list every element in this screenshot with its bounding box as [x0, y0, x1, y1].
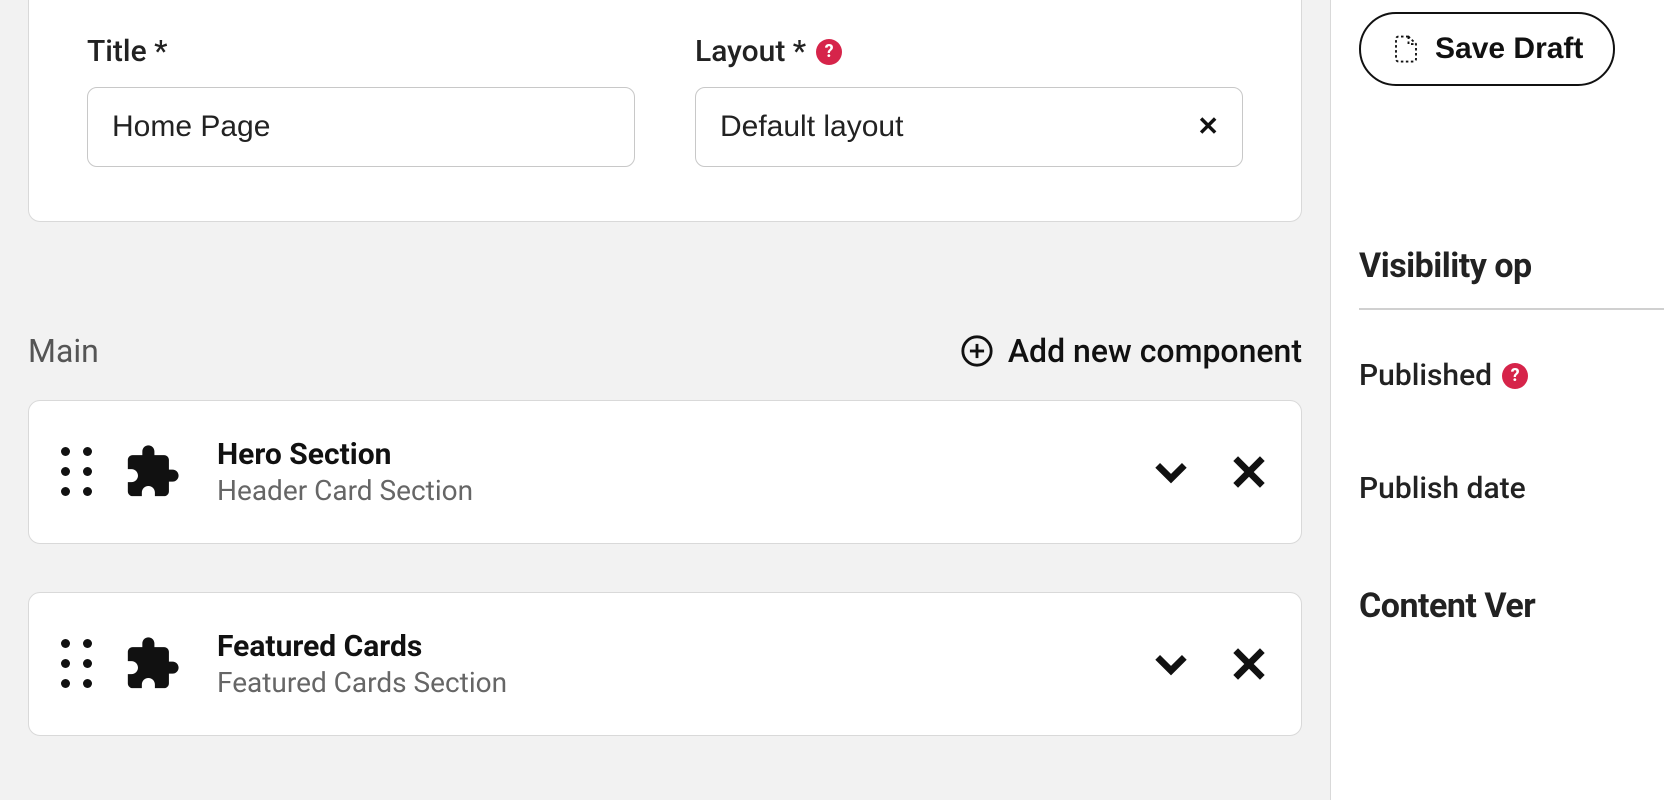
draft-file-icon [1391, 34, 1421, 64]
layout-select[interactable]: ✕ [695, 87, 1243, 167]
section-title: Main [28, 332, 99, 370]
layout-value[interactable] [695, 87, 1243, 167]
puzzle-icon [123, 635, 181, 693]
title-label-text: Title * [87, 34, 167, 69]
component-subtitle: Featured Cards Section [217, 666, 1151, 699]
layout-label: Layout * ? [695, 34, 1243, 69]
chevron-down-icon[interactable] [1151, 452, 1191, 492]
plus-circle-icon [960, 334, 994, 368]
sidebar: Save Draft Visibility op Published ? Pub… [1330, 0, 1664, 800]
chevron-down-icon[interactable] [1151, 644, 1191, 684]
clear-layout-icon[interactable]: ✕ [1197, 112, 1219, 142]
title-input[interactable] [87, 87, 635, 167]
published-text: Published [1359, 358, 1492, 393]
main-column: Title * Layout * ? ✕ Main [0, 0, 1330, 800]
help-icon[interactable]: ? [1502, 363, 1528, 389]
component-row: Featured Cards Featured Cards Section [28, 592, 1302, 736]
published-label: Published ? [1359, 358, 1664, 393]
drag-handle-icon[interactable] [61, 639, 93, 689]
page-settings-card: Title * Layout * ? ✕ [28, 0, 1302, 222]
puzzle-icon [123, 443, 181, 501]
component-title: Featured Cards [217, 629, 1151, 664]
title-field: Title * [87, 34, 635, 167]
visibility-heading: Visibility op [1359, 246, 1664, 310]
add-component-label: Add new component [1008, 332, 1302, 370]
close-icon[interactable] [1229, 452, 1269, 492]
title-label: Title * [87, 34, 635, 69]
main-section-header: Main Add new component [28, 332, 1302, 370]
close-icon[interactable] [1229, 644, 1269, 684]
component-subtitle: Header Card Section [217, 474, 1151, 507]
add-component-button[interactable]: Add new component [960, 332, 1302, 370]
drag-handle-icon[interactable] [61, 447, 93, 497]
save-draft-label: Save Draft [1435, 32, 1583, 66]
layout-label-text: Layout * [695, 34, 806, 69]
publish-date-label: Publish date [1359, 471, 1664, 506]
component-title: Hero Section [217, 437, 1151, 472]
content-version-heading: Content Ver [1359, 586, 1664, 648]
layout-field: Layout * ? ✕ [695, 34, 1243, 167]
save-draft-button[interactable]: Save Draft [1359, 12, 1615, 86]
publish-date-text: Publish date [1359, 471, 1526, 506]
component-list: Hero Section Header Card Section [28, 400, 1302, 736]
component-row: Hero Section Header Card Section [28, 400, 1302, 544]
help-icon[interactable]: ? [816, 39, 842, 65]
